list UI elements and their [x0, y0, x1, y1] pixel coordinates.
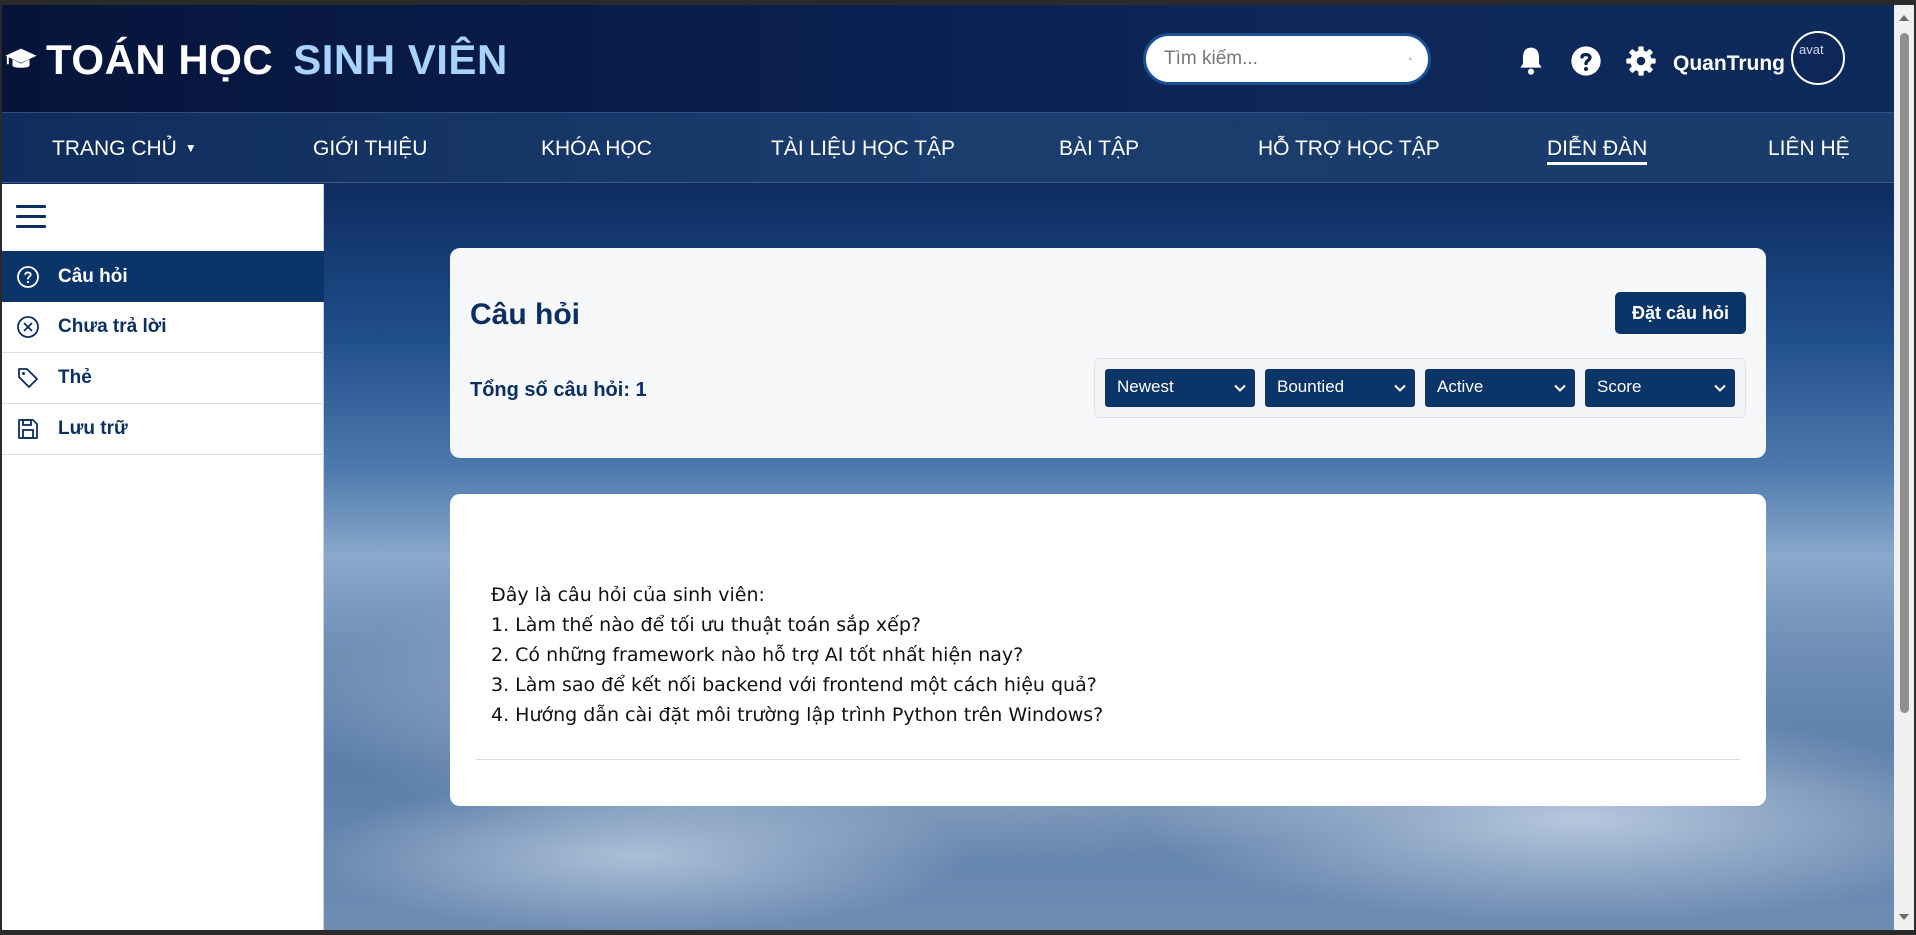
sidebar-item-unanswered[interactable]: Chưa trả lời [2, 302, 324, 353]
filter-label: Newest [1117, 377, 1174, 396]
questions-header-card: Câu hỏi Đặt câu hỏi Tổng số câu hỏi: 1 N… [450, 248, 1766, 458]
chevron-down-icon [1554, 384, 1566, 392]
sidebar-item-label: Chưa trả lời [58, 316, 167, 337]
caret-down-icon: ▼ [184, 141, 197, 155]
username[interactable]: QuanTrung [1673, 52, 1785, 76]
sidebar-item-questions[interactable]: Câu hỏi [2, 251, 324, 302]
nav-item-materials[interactable]: TÀI LIỆU HỌC TẬP [771, 137, 955, 161]
filter-select-score[interactable]: Score [1585, 369, 1735, 407]
browser-viewport: TOÁN HỌC SINH VIÊN Tìm kiếm... QuanTrung… [2, 5, 1894, 930]
scroll-down-arrow-icon[interactable] [1899, 914, 1909, 920]
filter-label: Active [1437, 377, 1484, 396]
scroll-up-arrow-icon[interactable] [1899, 15, 1909, 21]
nav-item-contact[interactable]: LIÊN HỆ [1768, 137, 1850, 161]
chevron-down-icon [1394, 384, 1406, 392]
question-circle-icon [17, 265, 39, 288]
save-icon [18, 419, 38, 439]
forum-sidebar: Câu hỏi Chưa trả lời Thẻ Lưu trữ [2, 184, 324, 930]
gear-icon[interactable] [1625, 45, 1657, 77]
post-line: 1. Làm thế nào để tối ưu thuật toán sắp … [491, 614, 922, 636]
main-nav: TRANG CHỦ ▼ GIỚI THIỆU KHÓA HỌC TÀI LIỆU … [2, 113, 1894, 183]
graduation-cap-icon [5, 48, 37, 68]
search-box [1143, 33, 1431, 85]
filter-label: Score [1597, 377, 1642, 396]
x-circle-icon [17, 316, 39, 338]
filter-select-active[interactable]: Active [1425, 369, 1575, 407]
search-input[interactable] [1164, 48, 1409, 70]
sidebar-item-label: Câu hỏi [58, 265, 128, 287]
nav-item-support[interactable]: HỖ TRỢ HỌC TẬP [1258, 137, 1440, 161]
post-line: 3. Làm sao để kết nối backend với fronte… [491, 674, 1097, 696]
chevron-down-icon [1714, 384, 1726, 392]
page-title: Câu hỏi [470, 298, 580, 331]
sidebar-item-label: Lưu trữ [58, 418, 128, 439]
avatar-alt-text: avat [1799, 42, 1824, 57]
help-icon[interactable] [1570, 45, 1602, 77]
nav-item-forum[interactable]: DIỄN ĐÀN [1547, 137, 1648, 165]
brand-name-part2: SINH VIÊN [293, 36, 508, 83]
post-line: Đây là câu hỏi của sinh viên: [491, 584, 765, 606]
nav-item-courses[interactable]: KHÓA HỌC [541, 137, 652, 161]
chevron-down-icon [1234, 384, 1246, 392]
search-icon[interactable] [1409, 47, 1412, 71]
question-post-body[interactable]: Đây là câu hỏi của sinh viên: 1. Làm thế… [491, 580, 1103, 730]
menu-icon[interactable] [16, 205, 46, 229]
brand-name-part1: TOÁN HỌC [46, 36, 274, 83]
filter-select-bountied[interactable]: Bountied [1265, 369, 1415, 407]
post-line: 2. Có những framework nào hỗ trợ AI tốt … [491, 644, 1024, 666]
post-line: 4. Hướng dẫn cài đặt môi trường lập trìn… [491, 704, 1104, 726]
tag-icon [18, 368, 38, 388]
nav-item-label: TRANG CHỦ [52, 137, 177, 160]
ask-question-button[interactable]: Đặt câu hỏi [1615, 292, 1746, 334]
question-post-card: Đây là câu hỏi của sinh viên: 1. Làm thế… [450, 494, 1766, 806]
divider [476, 759, 1740, 760]
avatar[interactable]: avat [1791, 31, 1845, 85]
nav-item-about[interactable]: GIỚI THIỆU [313, 137, 427, 161]
sidebar-item-archive[interactable]: Lưu trữ [2, 404, 324, 455]
sidebar-item-tags[interactable]: Thẻ [2, 353, 324, 404]
top-header: TOÁN HỌC SINH VIÊN Tìm kiếm... QuanTrung… [2, 5, 1894, 113]
filter-group: Newest Bountied Active Score [1094, 358, 1746, 418]
page-scrollbar[interactable] [1894, 5, 1914, 930]
filter-select-newest[interactable]: Newest [1105, 369, 1255, 407]
scrollbar-thumb[interactable] [1900, 33, 1909, 713]
brand-logo[interactable]: TOÁN HỌC SINH VIÊN [2, 35, 508, 85]
nav-item-home[interactable]: TRANG CHỦ ▼ [52, 137, 197, 161]
question-count: Tổng số câu hỏi: 1 [470, 379, 647, 401]
bell-icon[interactable] [1515, 45, 1547, 77]
sidebar-item-label: Thẻ [58, 367, 92, 388]
filter-label: Bountied [1277, 377, 1345, 396]
nav-item-exercises[interactable]: BÀI TẬP [1059, 137, 1139, 161]
